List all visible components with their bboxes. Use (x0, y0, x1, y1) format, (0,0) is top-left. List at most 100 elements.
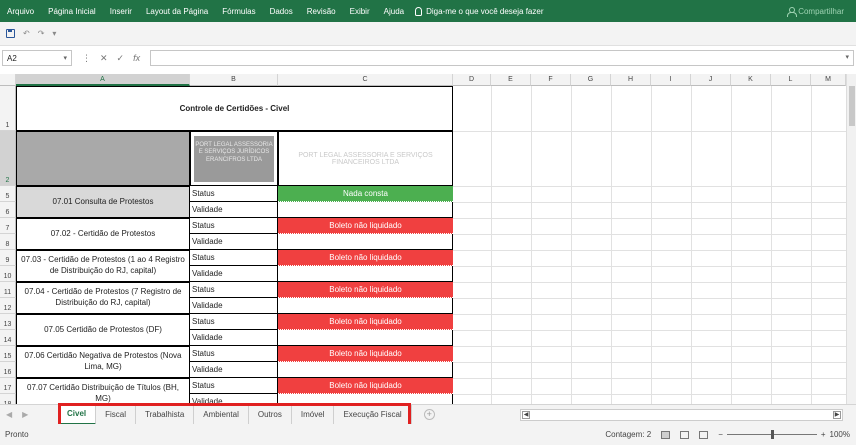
share-button[interactable]: Compartilhar (787, 6, 856, 17)
status-value-cell[interactable]: Boleto não liquidado (278, 378, 453, 394)
undo-icon[interactable]: ↶ (23, 29, 30, 38)
validity-value-cell[interactable] (278, 298, 453, 314)
status-value-cell[interactable]: Nada consta (278, 186, 453, 202)
function-icon[interactable]: fx (133, 53, 140, 63)
add-sheet-icon[interactable]: + (423, 409, 435, 420)
col-header-h[interactable]: H (611, 74, 651, 86)
validity-label-cell[interactable]: Validade (190, 330, 278, 346)
certificate-label-cell[interactable]: 07.02 - Certidão de Protestos (16, 218, 190, 250)
certificate-label-cell[interactable]: 07.04 - Certidão de Protestos (7 Registr… (16, 282, 190, 314)
certificate-label-cell[interactable]: 07.01 Consulta de Protestos (16, 186, 190, 218)
vertical-scroll-thumb[interactable] (849, 86, 855, 126)
validity-value-cell[interactable] (278, 330, 453, 346)
row-header-8[interactable]: 8 (0, 234, 16, 250)
company-logo-cell[interactable]: PORT LEGAL ASSESSORIA E SERVIÇOS JURÍDIC… (190, 131, 278, 186)
tab-imovel[interactable]: Imóvel (292, 404, 335, 425)
col-header-g[interactable]: G (571, 74, 611, 86)
status-value-cell[interactable]: Boleto não liquidado (278, 218, 453, 234)
row-header-2[interactable]: 2 (0, 131, 16, 186)
ribbon-tab-pagina-inicial[interactable]: Página Inicial (41, 7, 103, 16)
save-icon[interactable] (6, 29, 15, 38)
page-layout-view-icon[interactable] (680, 430, 690, 439)
enter-icon[interactable]: ✓ (117, 53, 125, 64)
status-value-cell[interactable]: Boleto não liquidado (278, 282, 453, 298)
validity-label-cell[interactable]: Validade (190, 202, 278, 218)
certificate-label-cell[interactable]: 07.03 - Certidão de Protestos (1 ao 4 Re… (16, 250, 190, 282)
row-header-7[interactable]: 7 (0, 218, 16, 234)
status-value-cell[interactable]: Boleto não liquidado (278, 250, 453, 266)
select-all-corner[interactable] (0, 74, 16, 86)
row-header-13[interactable]: 13 (0, 314, 16, 330)
tab-civel[interactable]: Civel (58, 404, 97, 425)
status-label-cell[interactable]: Status (190, 314, 278, 330)
tell-me-box[interactable]: Diga-me o que você deseja fazer (415, 6, 544, 16)
company-name-cell[interactable]: PORT LEGAL ASSESSORIA E SERVIÇOS FINANCE… (278, 131, 453, 186)
zoom-level[interactable]: 100% (830, 430, 850, 439)
certificate-label-cell[interactable]: 07.07 Certidão Distribuição de Títulos (… (16, 378, 190, 404)
certificate-label-cell[interactable]: 07.05 Certidão de Protestos (DF) (16, 314, 190, 346)
ribbon-tab-formulas[interactable]: Fórmulas (215, 7, 262, 16)
row-header-9[interactable]: 9 (0, 250, 16, 266)
col-header-f[interactable]: F (531, 74, 571, 86)
row-header-17[interactable]: 17 (0, 378, 16, 394)
formula-input[interactable]: ▾ (150, 50, 854, 66)
status-label-cell[interactable]: Status (190, 346, 278, 362)
col-header-j[interactable]: J (691, 74, 731, 86)
row-header-10[interactable]: 10 (0, 266, 16, 282)
cancel-icon[interactable]: ✕ (100, 53, 108, 64)
ribbon-tab-layout[interactable]: Layout da Página (139, 7, 215, 16)
horizontal-scrollbar[interactable]: ◀ ▶ (520, 409, 843, 421)
ribbon-tab-ajuda[interactable]: Ajuda (377, 7, 411, 16)
col-header-c[interactable]: C (278, 74, 453, 86)
ribbon-tab-dados[interactable]: Dados (263, 7, 300, 16)
status-label-cell[interactable]: Status (190, 218, 278, 234)
status-label-cell[interactable]: Status (190, 378, 278, 394)
validity-label-cell[interactable]: Validade (190, 234, 278, 250)
tab-trabalhista[interactable]: Trabalhista (136, 404, 195, 425)
row-header-5[interactable]: 5 (0, 186, 16, 202)
selected-cell-a2[interactable] (16, 131, 190, 186)
chevron-down-icon[interactable]: ▾ (63, 54, 67, 62)
scroll-left-icon[interactable]: ◀ (522, 411, 530, 419)
tab-execucao-fiscal[interactable]: Execução Fiscal (334, 404, 412, 425)
scroll-right-icon[interactable]: ▶ (833, 411, 841, 419)
validity-value-cell[interactable] (278, 394, 453, 404)
status-value-cell[interactable]: Boleto não liquidado (278, 346, 453, 362)
row-header-1[interactable]: 1 (0, 86, 16, 131)
ribbon-tab-revisao[interactable]: Revisão (300, 7, 343, 16)
name-box[interactable]: A2 ▾ (2, 50, 72, 66)
expand-formula-icon[interactable]: ▾ (845, 53, 849, 61)
ribbon-tab-arquivo[interactable]: Arquivo (0, 7, 41, 16)
validity-label-cell[interactable]: Validade (190, 394, 278, 404)
normal-view-icon[interactable] (661, 430, 671, 439)
row-header-14[interactable]: 14 (0, 330, 16, 346)
col-header-m[interactable]: M (811, 74, 846, 86)
validity-label-cell[interactable]: Validade (190, 362, 278, 378)
status-value-cell[interactable]: Boleto não liquidado (278, 314, 453, 330)
validity-label-cell[interactable]: Validade (190, 298, 278, 314)
vertical-scrollbar[interactable] (846, 74, 856, 404)
row-header-15[interactable]: 15 (0, 346, 16, 362)
worksheet-grid[interactable]: A B C D E F G H I J K L M 1 2 5 6 7 8 9 … (0, 74, 856, 404)
certificate-label-cell[interactable]: 07.06 Certidão Negativa de Protestos (No… (16, 346, 190, 378)
next-sheet-icon[interactable]: ▶ (22, 410, 28, 419)
validity-value-cell[interactable] (278, 362, 453, 378)
col-header-l[interactable]: L (771, 74, 811, 86)
tab-outros[interactable]: Outros (249, 404, 292, 425)
customize-qat-icon[interactable]: ▾ (52, 29, 56, 38)
tab-ambiental[interactable]: Ambiental (194, 404, 249, 425)
status-label-cell[interactable]: Status (190, 250, 278, 266)
validity-value-cell[interactable] (278, 202, 453, 218)
col-header-e[interactable]: E (491, 74, 531, 86)
zoom-out-icon[interactable]: − (718, 430, 723, 439)
page-break-view-icon[interactable] (699, 430, 709, 439)
row-header-12[interactable]: 12 (0, 298, 16, 314)
zoom-slider[interactable] (726, 430, 817, 439)
col-header-k[interactable]: K (731, 74, 771, 86)
tab-fiscal[interactable]: Fiscal (96, 404, 137, 425)
ribbon-tab-inserir[interactable]: Inserir (103, 7, 139, 16)
status-label-cell[interactable]: Status (190, 282, 278, 298)
validity-value-cell[interactable] (278, 234, 453, 250)
validity-label-cell[interactable]: Validade (190, 266, 278, 282)
col-header-a[interactable]: A (16, 74, 190, 86)
